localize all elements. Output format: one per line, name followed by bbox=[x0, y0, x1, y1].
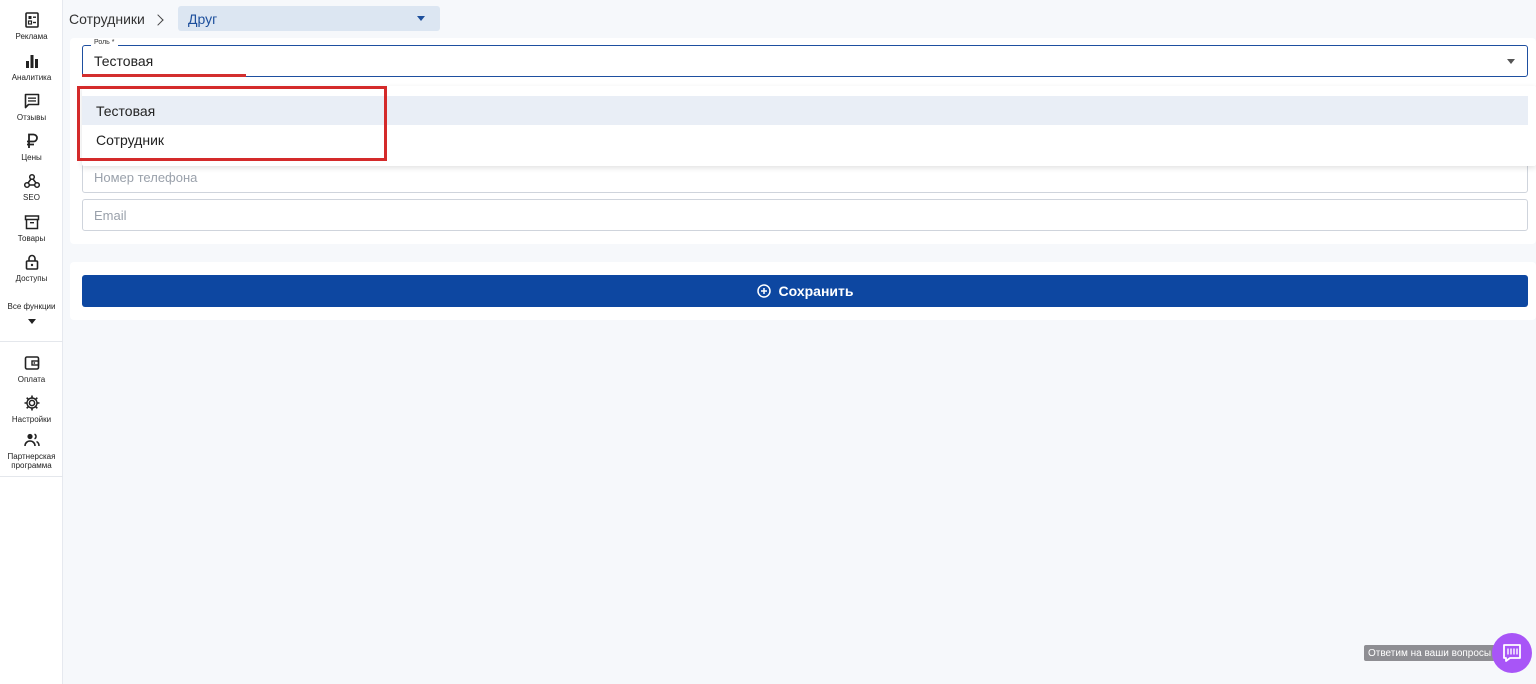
sidebar-item-label: Оплата bbox=[17, 375, 46, 384]
email-placeholder: Email bbox=[94, 207, 127, 223]
role-select[interactable]: Тестовая bbox=[82, 45, 1528, 77]
chevron-right-icon bbox=[152, 13, 164, 26]
role-option-label: Сотрудник bbox=[96, 131, 165, 148]
sidebar-item-seo[interactable]: SEO bbox=[0, 172, 63, 202]
sidebar-item-products[interactable]: Товары bbox=[0, 213, 63, 243]
role-select-value: Тестовая bbox=[94, 53, 154, 69]
sidebar-item-label: Партнерская программа bbox=[7, 452, 56, 470]
all-functions-label: Все функции bbox=[7, 302, 56, 311]
sidebar-item-label: Цены bbox=[21, 153, 42, 162]
sidebar-item-payment[interactable]: Оплата bbox=[0, 354, 63, 384]
chat-tooltip-text: Ответим на ваши вопросы bbox=[1368, 647, 1492, 659]
chevron-down-icon bbox=[1507, 59, 1515, 64]
sidebar-item-analytics[interactable]: Аналитика bbox=[0, 52, 63, 82]
webhook-icon bbox=[23, 173, 40, 189]
archive-icon bbox=[24, 215, 39, 230]
comment-icon bbox=[24, 93, 39, 109]
sidebar-item-label: Товары bbox=[17, 234, 46, 243]
sidebar-divider bbox=[0, 476, 63, 477]
chat-button[interactable] bbox=[1492, 633, 1532, 673]
sidebar-item-label: Отзывы bbox=[16, 113, 47, 122]
sidebar-item-prices[interactable]: Цены bbox=[0, 132, 63, 162]
sidebar-item-label: Доступы bbox=[15, 274, 48, 283]
chevron-down-icon bbox=[27, 319, 36, 324]
partners-icon bbox=[23, 433, 40, 447]
sidebar-item-partners[interactable]: Партнерская программа bbox=[0, 431, 63, 470]
role-dropdown-menu: Тестовая Сотрудник bbox=[82, 86, 1536, 166]
role-option-label: Тестовая bbox=[96, 102, 156, 119]
sidebar-item-label: Реклама bbox=[15, 32, 48, 41]
gear-icon bbox=[24, 395, 39, 411]
ruble-icon bbox=[26, 133, 38, 148]
breadcrumb: Сотрудники bbox=[69, 11, 164, 27]
wallet-icon bbox=[24, 356, 39, 370]
ads-icon bbox=[24, 12, 39, 28]
role-field-label: Роль * bbox=[91, 38, 118, 47]
employee-select[interactable]: Друг bbox=[178, 6, 440, 31]
annotation-underline bbox=[82, 74, 246, 77]
sidebar-item-reviews[interactable]: Отзывы bbox=[0, 92, 63, 122]
sidebar: Реклама Аналитика Отзывы Цены SEO Товары… bbox=[0, 0, 63, 684]
chat-tooltip: Ответим на ваши вопросы bbox=[1364, 645, 1496, 661]
email-field[interactable]: Email bbox=[82, 199, 1528, 231]
sidebar-item-label: Настройки bbox=[11, 415, 52, 424]
sidebar-divider bbox=[0, 341, 63, 342]
sidebar-item-ads[interactable]: Реклама bbox=[0, 11, 63, 41]
sidebar-item-label: SEO bbox=[23, 193, 40, 202]
role-option-test[interactable]: Тестовая bbox=[82, 96, 1528, 125]
sidebar-item-label: Аналитика bbox=[11, 73, 52, 82]
all-functions-toggle[interactable]: Все функции bbox=[0, 299, 63, 324]
phone-placeholder: Номер телефона bbox=[94, 169, 198, 185]
chat-icon bbox=[1503, 644, 1521, 662]
add-circle-icon bbox=[756, 284, 771, 298]
chevron-down-icon bbox=[417, 16, 425, 21]
save-button-label: Сохранить bbox=[778, 283, 854, 299]
role-option-employee[interactable]: Сотрудник bbox=[82, 125, 1528, 154]
sidebar-item-settings[interactable]: Настройки bbox=[0, 394, 63, 424]
employee-select-value: Друг bbox=[188, 10, 218, 27]
breadcrumb-employees-link[interactable]: Сотрудники bbox=[69, 11, 145, 27]
sidebar-item-access[interactable]: Доступы bbox=[0, 253, 63, 283]
save-button[interactable]: Сохранить bbox=[82, 275, 1528, 307]
lock-icon bbox=[25, 254, 38, 270]
bar-chart-icon bbox=[25, 55, 38, 68]
